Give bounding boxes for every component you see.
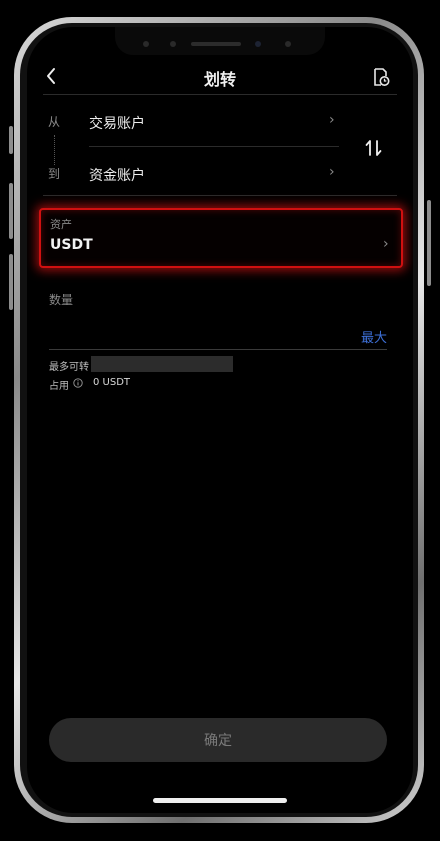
confirm-button[interactable]: 确定 bbox=[49, 718, 387, 762]
home-indicator bbox=[153, 798, 287, 803]
max-transferable-label: 最多可转 bbox=[49, 362, 89, 373]
section-divider bbox=[43, 195, 397, 196]
phone-screen: 划转 从 到 交易账户 › 资金账户 › 资产 USDT › 数量 最大 最多可… bbox=[27, 27, 413, 813]
from-label: 从 bbox=[48, 115, 61, 129]
page-title: 划转 bbox=[203, 70, 236, 89]
asset-label: 资产 bbox=[50, 218, 72, 231]
occupied-value: 0 USDT bbox=[93, 377, 131, 388]
notch bbox=[115, 27, 325, 55]
swap-arrows-icon[interactable] bbox=[365, 138, 383, 158]
asset-chevron-icon: › bbox=[383, 236, 389, 252]
to-label: 到 bbox=[48, 167, 61, 181]
from-account-selector[interactable]: 交易账户 bbox=[89, 113, 145, 133]
asset-selector[interactable]: 资产 USDT › bbox=[39, 208, 403, 268]
info-icon[interactable] bbox=[73, 378, 83, 388]
redacted-amount bbox=[91, 356, 233, 372]
from-account-chevron-icon: › bbox=[329, 112, 335, 128]
volume-down-button bbox=[9, 254, 13, 310]
speaker-grille bbox=[191, 42, 241, 46]
quantity-input[interactable] bbox=[49, 319, 349, 347]
volume-up-button bbox=[9, 183, 13, 239]
document-clock-icon[interactable] bbox=[372, 67, 390, 87]
to-account-selector[interactable]: 资金账户 bbox=[89, 165, 145, 185]
to-account-chevron-icon: › bbox=[329, 164, 335, 180]
from-to-connector bbox=[54, 135, 55, 165]
max-button[interactable]: 最大 bbox=[361, 327, 387, 346]
account-divider bbox=[89, 146, 339, 147]
quantity-underline bbox=[49, 349, 387, 350]
mute-switch bbox=[9, 126, 13, 154]
occupied-label: 占用 bbox=[49, 381, 69, 392]
header-divider bbox=[43, 94, 397, 95]
asset-value: USDT bbox=[50, 237, 93, 253]
quantity-label: 数量 bbox=[49, 293, 74, 307]
power-button bbox=[427, 200, 431, 286]
